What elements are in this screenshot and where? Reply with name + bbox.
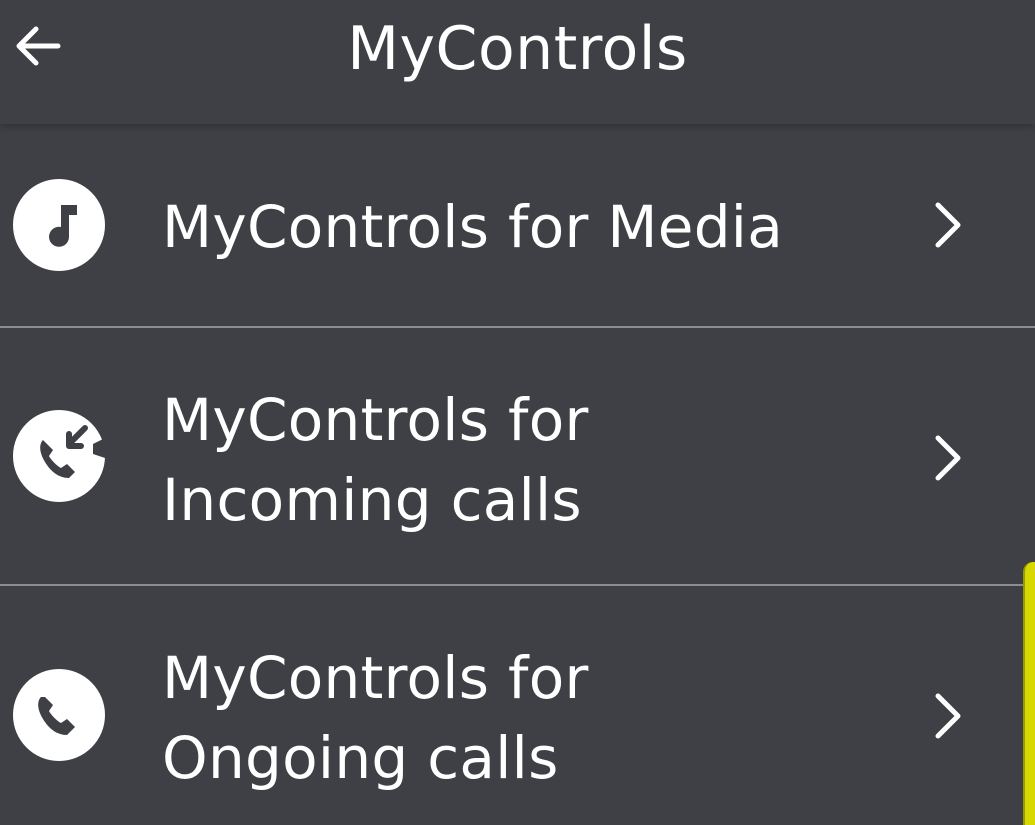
menu-item-ongoing-calls[interactable]: MyControls for Ongoing calls: [0, 586, 1035, 825]
mycontrols-screen: MyControls MyControls for Media MyContro…: [0, 0, 1035, 825]
phone-icon: [13, 669, 105, 761]
chevron-right-icon: [935, 435, 961, 481]
menu-item-media[interactable]: MyControls for Media: [0, 124, 1035, 326]
chevron-right-icon: [935, 202, 961, 248]
chevron-right-icon: [935, 693, 961, 739]
page-title: MyControls: [347, 14, 688, 84]
menu-item-incoming-calls[interactable]: MyControls for Incoming calls: [0, 328, 1035, 584]
scroll-edge-indicator: [1023, 562, 1035, 825]
menu-item-label: MyControls for Media: [162, 193, 784, 261]
menu-item-label: MyControls for Incoming calls: [162, 386, 589, 534]
incoming-call-icon: [13, 410, 105, 502]
app-bar: MyControls: [0, 0, 1035, 124]
music-note-icon: [13, 179, 105, 271]
menu-item-label: MyControls for Ongoing calls: [162, 644, 589, 792]
